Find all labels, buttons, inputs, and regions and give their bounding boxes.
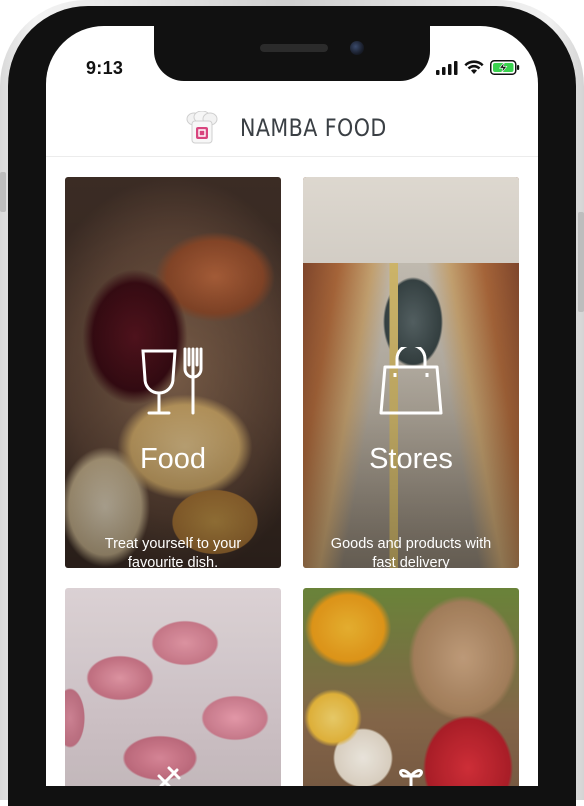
side-button xyxy=(0,172,6,212)
pharmacy-icon xyxy=(157,766,181,786)
chef-hat-logo-icon xyxy=(186,111,218,144)
stores-description: Goods and products with fast delivery xyxy=(330,536,492,568)
food-description: Treat yourself to your favourite dish. xyxy=(104,536,242,568)
gift-icon-wrap xyxy=(303,762,519,786)
pharmacy-icon-wrap xyxy=(65,762,281,786)
food-title: Food xyxy=(139,443,207,475)
stores-title: Stores xyxy=(369,443,453,475)
gift-card[interactable] xyxy=(303,588,519,786)
gift-shade xyxy=(303,588,519,786)
food-card[interactable]: Food Treat yourself to your favourite di… xyxy=(65,177,281,568)
status-time: 9:13 xyxy=(86,58,124,78)
wifi-icon xyxy=(464,60,484,74)
pharmacy-card[interactable] xyxy=(65,588,281,786)
status-bar: 9:13 xyxy=(46,26,538,86)
signal-icon xyxy=(436,60,458,75)
app-header: NAMBA FOOD xyxy=(46,100,538,157)
brand-name: NAMBA FOOD xyxy=(239,114,387,142)
gift-icon xyxy=(399,769,423,786)
pharmacy-shade xyxy=(65,588,281,786)
stores-card[interactable]: Stores Goods and products with fast deli… xyxy=(303,177,519,568)
app-screen: 9:13 NAMBA FOOD Food Treat yourself to y… xyxy=(46,26,538,786)
stores-icon-wrap xyxy=(303,347,519,417)
side-button xyxy=(578,212,584,312)
food-icon-wrap xyxy=(65,345,281,417)
battery-charging-icon xyxy=(490,60,520,75)
glass-and-fork-icon xyxy=(141,347,203,415)
shopping-bag-icon xyxy=(379,347,443,415)
status-icons xyxy=(436,60,520,75)
